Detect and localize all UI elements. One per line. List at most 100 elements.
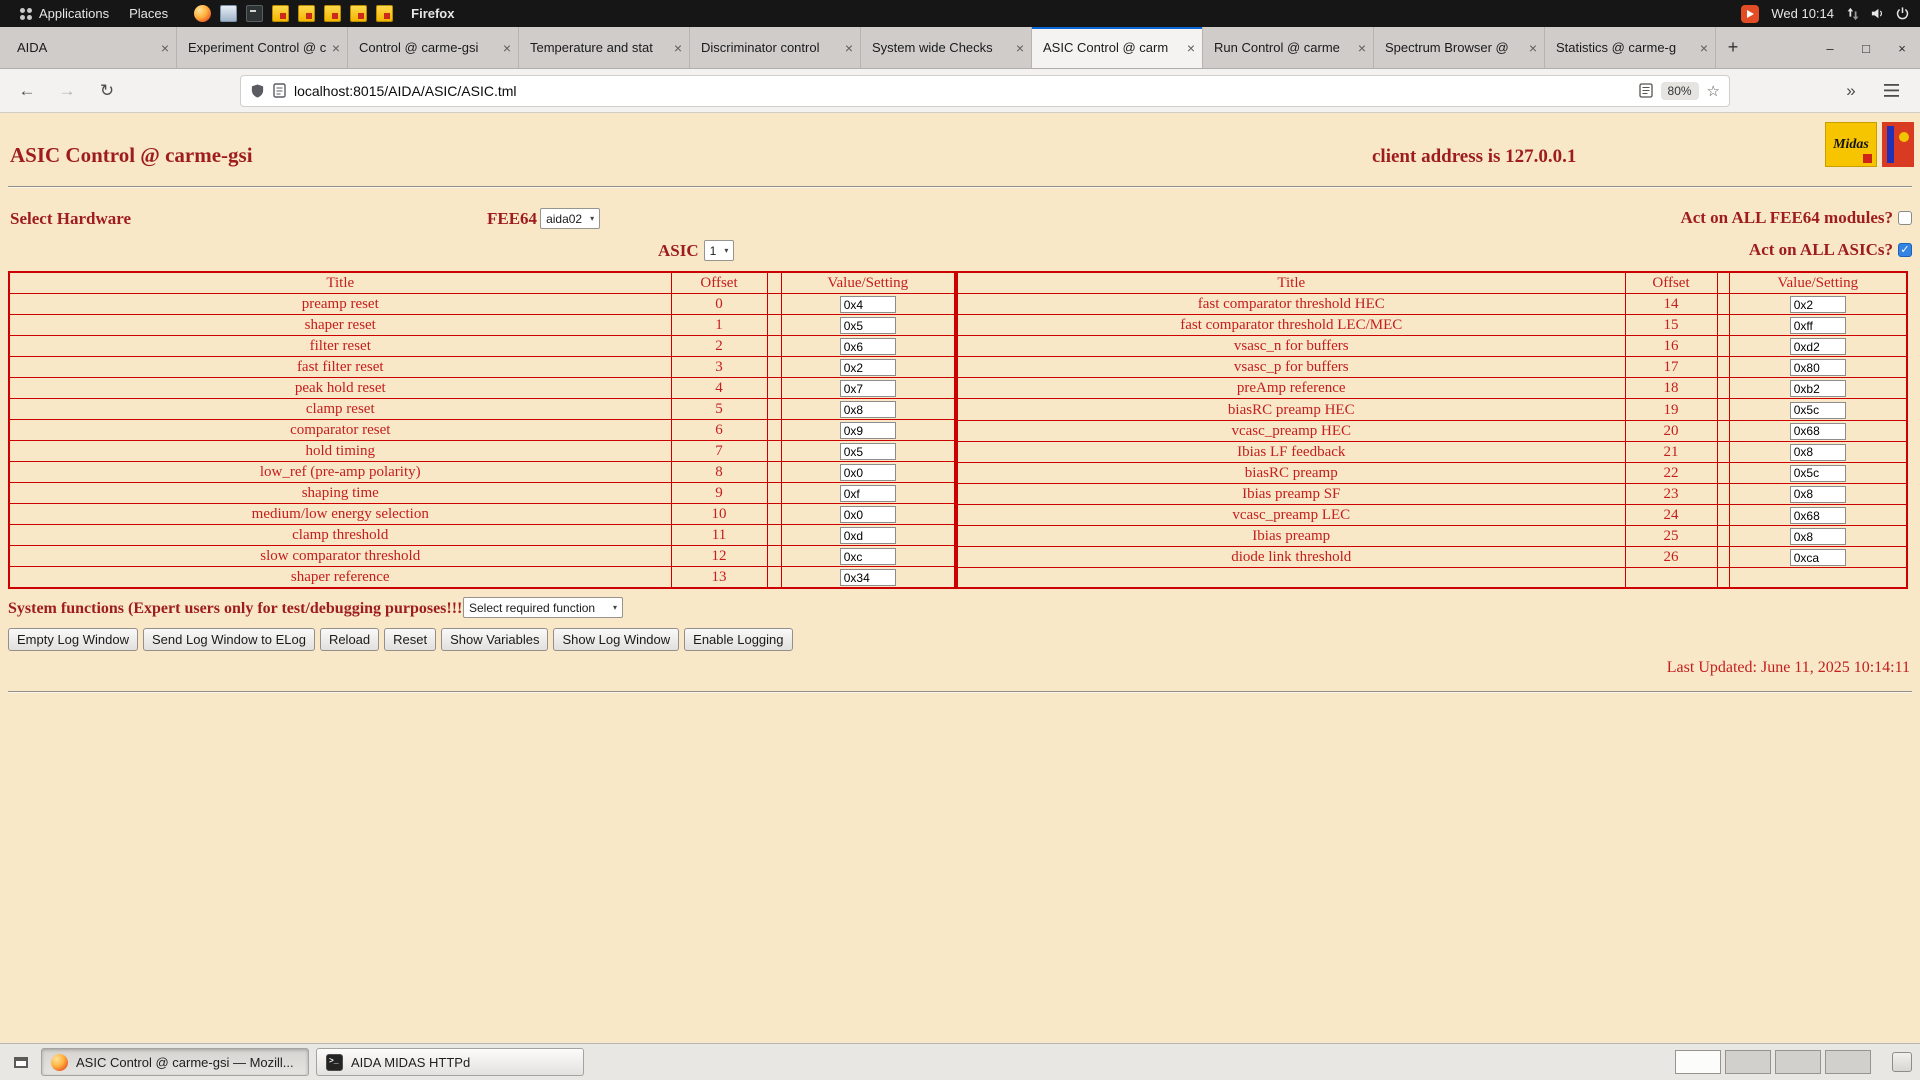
maximize-icon[interactable]: □	[1848, 27, 1884, 69]
browser-tab[interactable]: Spectrum Browser @×	[1374, 27, 1545, 68]
param-value-input[interactable]	[840, 422, 896, 439]
workspace-3[interactable]	[1775, 1050, 1821, 1074]
param-value-input[interactable]	[840, 527, 896, 544]
taskbar-window-button[interactable]: ASIC Control @ carme-gsi — Mozill...	[41, 1048, 309, 1076]
tab-close-icon[interactable]: ×	[332, 41, 340, 55]
param-value-input[interactable]	[1790, 549, 1846, 566]
browser-tab[interactable]: Statistics @ carme-g×	[1545, 27, 1716, 68]
tracking-shield-icon[interactable]	[250, 83, 265, 99]
tab-close-icon[interactable]: ×	[1358, 41, 1366, 55]
enable-logging-button[interactable]: Enable Logging	[684, 628, 792, 651]
param-value-input[interactable]	[1790, 507, 1846, 524]
param-value-input[interactable]	[840, 359, 896, 376]
taskbar-window-button[interactable]: AIDA MIDAS HTTPd	[316, 1048, 584, 1076]
asic-select[interactable]: 1 ▾	[704, 240, 735, 261]
url-bar[interactable]: localhost:8015/AIDA/ASIC/ASIC.tml 80% ☆	[240, 75, 1730, 107]
tab-close-icon[interactable]: ×	[1700, 41, 1708, 55]
tab-close-icon[interactable]: ×	[1529, 41, 1537, 55]
reset-button[interactable]: Reset	[384, 628, 436, 651]
fee64-select[interactable]: aida02 ▾	[540, 208, 600, 229]
param-value-input[interactable]	[1790, 423, 1846, 440]
zoom-level-badge[interactable]: 80%	[1661, 82, 1699, 100]
act-all-asics-checkbox[interactable]: ✓	[1898, 243, 1912, 257]
browser-tab[interactable]: System wide Checks×	[861, 27, 1032, 68]
param-value-input[interactable]	[840, 380, 896, 397]
tab-close-icon[interactable]: ×	[674, 41, 682, 55]
param-value-input[interactable]	[840, 443, 896, 460]
back-icon[interactable]: ←	[10, 75, 44, 107]
browser-tab[interactable]: Run Control @ carme×	[1203, 27, 1374, 68]
send-log-window-to-elog-button[interactable]: Send Log Window to ELog	[143, 628, 315, 651]
screen-share-indicator-icon[interactable]	[1741, 5, 1759, 23]
param-value-input[interactable]	[1790, 338, 1846, 355]
tab-close-icon[interactable]: ×	[1016, 41, 1024, 55]
firefox-launcher-icon[interactable]	[194, 5, 211, 22]
tab-close-icon[interactable]: ×	[1187, 41, 1195, 55]
system-status-icons[interactable]	[1846, 6, 1910, 21]
browser-tab[interactable]: Temperature and stat×	[519, 27, 690, 68]
param-value-input[interactable]	[840, 296, 896, 313]
forward-icon[interactable]: →	[50, 75, 84, 107]
applications-menu[interactable]: Applications	[10, 0, 119, 27]
param-value-input[interactable]	[840, 569, 896, 586]
browser-tab[interactable]: Discriminator control×	[690, 27, 861, 68]
param-value-input[interactable]	[840, 464, 896, 481]
hamburger-menu-icon[interactable]	[1874, 75, 1908, 107]
param-value-input[interactable]	[1790, 296, 1846, 313]
url-text[interactable]: localhost:8015/AIDA/ASIC/ASIC.tml	[294, 83, 517, 99]
param-value-input[interactable]	[1790, 317, 1846, 334]
param-value-input[interactable]	[1790, 465, 1846, 482]
places-menu[interactable]: Places	[119, 0, 178, 27]
close-icon[interactable]: ×	[1884, 27, 1920, 69]
param-value-input[interactable]	[840, 401, 896, 418]
browser-tab[interactable]: AIDA×	[6, 27, 177, 68]
show-log-window-button[interactable]: Show Log Window	[553, 628, 679, 651]
midas-launcher-icon[interactable]	[350, 5, 367, 22]
midas-launcher-icon[interactable]	[298, 5, 315, 22]
param-title-cell: vcasc_preamp LEC	[957, 504, 1625, 525]
midas-launcher-icon[interactable]	[324, 5, 341, 22]
param-value-input[interactable]	[840, 506, 896, 523]
param-value-input[interactable]	[1790, 528, 1846, 545]
param-value-input[interactable]	[1790, 402, 1846, 419]
browser-tab[interactable]: Experiment Control @ c×	[177, 27, 348, 68]
focused-app-name[interactable]: Firefox	[411, 6, 454, 21]
param-value-input[interactable]	[840, 317, 896, 334]
clock[interactable]: Wed 10:14	[1771, 6, 1834, 21]
terminal-launcher-icon[interactable]	[246, 5, 263, 22]
reader-mode-icon[interactable]	[1639, 83, 1653, 98]
spacer-cell	[767, 546, 781, 567]
new-tab-button[interactable]: +	[1716, 27, 1750, 68]
midas-launcher-icon[interactable]	[272, 5, 289, 22]
tray-icon[interactable]	[1892, 1052, 1912, 1072]
param-value-input[interactable]	[1790, 444, 1846, 461]
tab-close-icon[interactable]: ×	[161, 41, 169, 55]
tab-close-icon[interactable]: ×	[503, 41, 511, 55]
param-value-input[interactable]	[1790, 486, 1846, 503]
show-desktop-button[interactable]	[8, 1049, 34, 1076]
table-row: Ibias preamp SF23	[957, 483, 1907, 504]
param-value-input[interactable]	[1790, 359, 1846, 376]
workspace-2[interactable]	[1725, 1050, 1771, 1074]
show-variables-button[interactable]: Show Variables	[441, 628, 548, 651]
reload-icon[interactable]: ↻	[90, 75, 124, 107]
system-function-select[interactable]: Select required function ▾	[463, 597, 623, 618]
param-value-input[interactable]	[840, 485, 896, 502]
reload-button[interactable]: Reload	[320, 628, 379, 651]
bookmark-star-icon[interactable]: ☆	[1707, 82, 1720, 100]
workspace-4[interactable]	[1825, 1050, 1871, 1074]
param-value-input[interactable]	[840, 548, 896, 565]
midas-launcher-icon[interactable]	[376, 5, 393, 22]
files-launcher-icon[interactable]	[220, 5, 237, 22]
param-value-input[interactable]	[840, 338, 896, 355]
workspace-1[interactable]	[1675, 1050, 1721, 1074]
minimize-icon[interactable]: –	[1812, 27, 1848, 69]
tab-close-icon[interactable]: ×	[845, 41, 853, 55]
act-all-fee64-checkbox[interactable]	[1898, 211, 1912, 225]
browser-tab[interactable]: ASIC Control @ carm×	[1032, 27, 1203, 68]
browser-tab[interactable]: Control @ carme-gsi×	[348, 27, 519, 68]
site-info-icon[interactable]	[273, 83, 286, 98]
overflow-menu-icon[interactable]: »	[1834, 75, 1868, 107]
empty-log-window-button[interactable]: Empty Log Window	[8, 628, 138, 651]
param-value-input[interactable]	[1790, 380, 1846, 397]
